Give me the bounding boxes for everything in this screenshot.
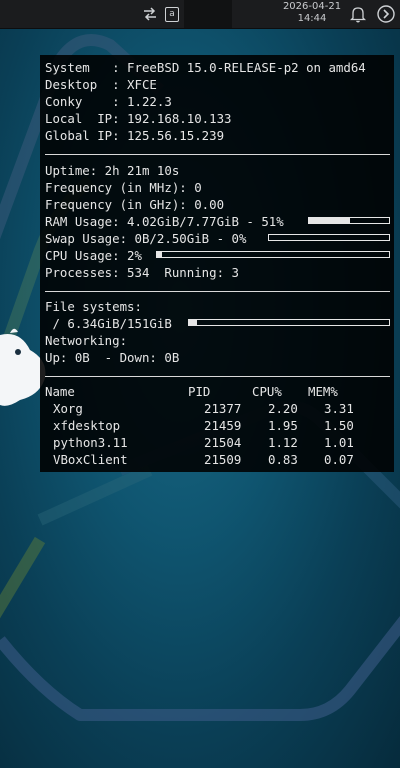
local-ip: Local IP: 192.168.10.133	[45, 111, 232, 126]
column-cpu: CPU%	[252, 384, 282, 399]
swap-usage-bar	[268, 234, 390, 241]
process-cpu: 1.95	[268, 418, 298, 433]
desktop-info: Desktop : XFCE	[45, 77, 157, 92]
process-pid: 21377	[204, 401, 242, 416]
clock-time: 14:44	[297, 13, 327, 24]
keyboard-layout-icon[interactable]: a	[163, 4, 181, 24]
networking-header: Networking:	[45, 333, 128, 348]
filesystem-root: / 6.34GiB/151GiB	[45, 316, 172, 331]
taskbar-window-button[interactable]	[184, 0, 232, 28]
filesystems-header: File systems:	[45, 299, 142, 314]
top-panel: a 2026-04-21 14:44	[0, 0, 400, 29]
frequency-mhz: Frequency (in MHz): 0	[45, 180, 202, 195]
conky-monitor: System : FreeBSD 15.0-RELEASE-p2 on amd6…	[40, 55, 394, 472]
divider	[45, 154, 390, 155]
process-mem: 3.31	[324, 401, 354, 416]
process-mem: 0.07	[324, 452, 354, 467]
mascot-icon	[0, 328, 46, 406]
process-mem: 1.01	[324, 435, 354, 450]
processes: Processes: 534 Running: 3	[45, 265, 239, 280]
process-cpu: 1.12	[268, 435, 298, 450]
divider	[45, 376, 390, 377]
divider	[45, 291, 390, 292]
uptime: Uptime: 2h 21m 10s	[45, 163, 180, 178]
keyboard-layout-label: a	[165, 6, 179, 22]
column-pid: PID	[188, 384, 211, 399]
process-cpu: 0.83	[268, 452, 298, 467]
ram-usage-bar	[308, 217, 390, 224]
process-name: python3.11	[53, 435, 128, 450]
clock-date: 2026-04-21	[282, 1, 342, 12]
session-next-icon[interactable]	[375, 4, 397, 24]
conky-version: Conky : 1.22.3	[45, 94, 172, 109]
network-rates: Up: 0B - Down: 0B	[45, 350, 180, 365]
column-name: Name	[45, 384, 75, 399]
network-sync-icon[interactable]	[139, 4, 161, 24]
process-name: VBoxClient	[53, 452, 128, 467]
process-pid: 21459	[204, 418, 242, 433]
clock[interactable]: 2026-04-21 14:44	[278, 1, 346, 25]
process-mem: 1.50	[324, 418, 354, 433]
filesystem-root-bar	[188, 319, 390, 326]
column-mem: MEM%	[308, 384, 338, 399]
swap-usage: Swap Usage: 0B/2.50GiB - 0%	[45, 231, 247, 246]
process-name: Xorg	[53, 401, 83, 416]
process-cpu: 2.20	[268, 401, 298, 416]
process-pid: 21504	[204, 435, 242, 450]
ram-usage: RAM Usage: 4.02GiB/7.77GiB - 51%	[45, 214, 284, 229]
process-pid: 21509	[204, 452, 242, 467]
global-ip: Global IP: 125.56.15.239	[45, 128, 225, 143]
process-name: xfdesktop	[53, 418, 121, 433]
cpu-usage-bar	[156, 251, 390, 258]
notification-bell-icon[interactable]	[349, 4, 367, 24]
frequency-ghz: Frequency (in GHz): 0.00	[45, 197, 225, 212]
system-info: System : FreeBSD 15.0-RELEASE-p2 on amd6…	[45, 60, 366, 75]
cpu-usage: CPU Usage: 2%	[45, 248, 142, 263]
